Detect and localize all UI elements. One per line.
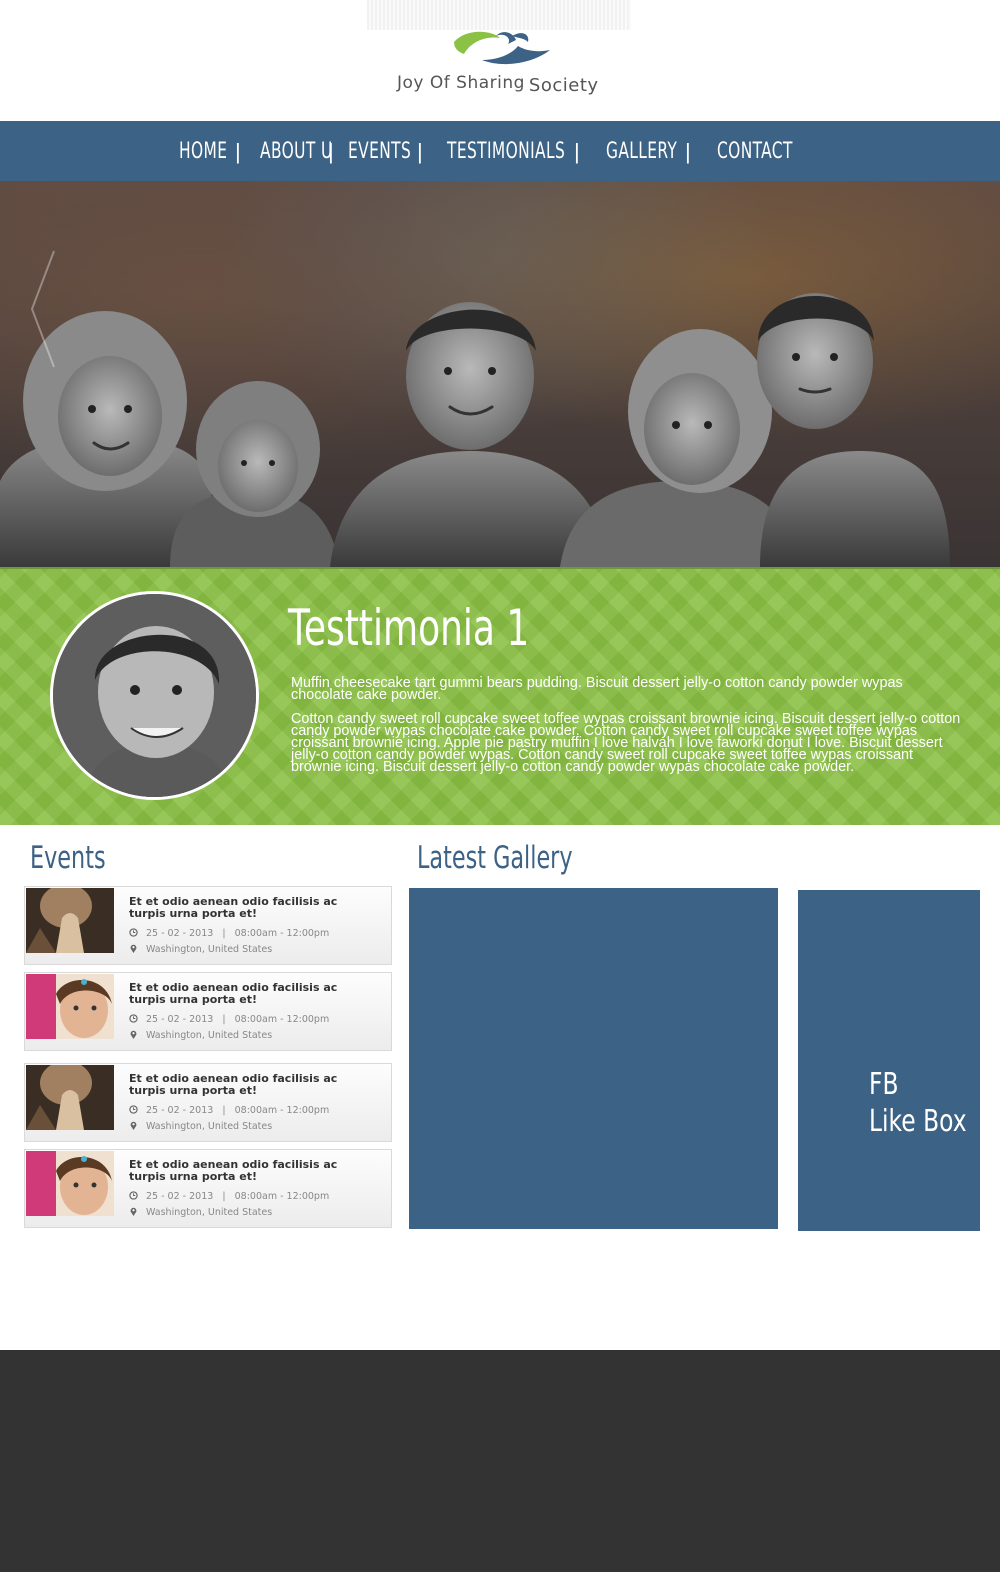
hero-children-image <box>0 293 950 567</box>
nav-separator: | <box>328 139 334 164</box>
fb-label-line2: Like Box <box>869 1104 967 1139</box>
brand-suffix: Society <box>528 75 599 96</box>
nav-events[interactable]: EVENTS <box>348 121 411 181</box>
nav-separator: | <box>574 139 580 164</box>
girl-portrait-image <box>26 974 114 1039</box>
boy-portrait-image <box>53 594 256 797</box>
map-pin-icon <box>130 1121 137 1130</box>
girl-portrait-image <box>26 1151 114 1216</box>
nav-separator: | <box>685 139 691 164</box>
event-card[interactable]: Et et odio aenean odio facilisis ac turp… <box>24 972 392 1051</box>
testimonial-title: Testtimonia 1 <box>288 599 530 657</box>
event-thumbnail <box>26 888 114 953</box>
event-title[interactable]: Et et odio aenean odio facilisis ac turp… <box>129 1159 369 1183</box>
nav-separator: | <box>235 139 241 164</box>
event-thumbnail <box>26 974 114 1039</box>
site-header: Joy Of Sharing Society <box>0 0 1000 121</box>
event-title[interactable]: Et et odio aenean odio facilisis ac turp… <box>129 1073 369 1097</box>
event-date: 25 - 02 - 2013 <box>146 928 214 939</box>
clock-icon <box>129 1105 138 1114</box>
event-time: 08:00am - 12:00pm <box>234 928 330 939</box>
event-location: Washington, United States <box>129 1207 272 1218</box>
event-location: Washington, United States <box>129 1030 272 1041</box>
fb-like-box-label: FB Like Box <box>869 1066 967 1140</box>
fb-like-box[interactable]: FB Like Box <box>798 890 980 1231</box>
praying-hands-image <box>26 888 114 953</box>
nav-gallery[interactable]: GALLERY <box>606 121 677 181</box>
nav-testimonials[interactable]: TESTIMONIALS <box>447 121 565 181</box>
testimonial-band: Testtimonia 1 Muffin cheesecake tart gum… <box>0 567 1000 825</box>
event-time: 08:00am - 12:00pm <box>234 1191 330 1202</box>
event-datetime: 25 - 02 - 2013 | 08:00am - 12:00pm <box>129 928 329 939</box>
event-location: Washington, United States <box>129 944 272 955</box>
fb-label-line1: FB <box>869 1067 899 1102</box>
clock-icon <box>129 1014 138 1023</box>
event-time: 08:00am - 12:00pm <box>234 1014 330 1025</box>
event-card[interactable]: Et et odio aenean odio facilisis ac turp… <box>24 886 392 965</box>
nav-separator: | <box>417 139 423 164</box>
event-date: 25 - 02 - 2013 <box>146 1014 214 1025</box>
event-title[interactable]: Et et odio aenean odio facilisis ac turp… <box>129 982 369 1006</box>
hero-slider <box>0 181 1000 567</box>
brand-name: Joy Of Sharing <box>397 73 525 93</box>
testimonial-paragraph: Muffin cheesecake tart gummi bears puddi… <box>291 675 903 703</box>
event-card[interactable]: Et et odio aenean odio facilisis ac turp… <box>24 1149 392 1228</box>
nav-contact[interactable]: CONTACT <box>717 121 793 181</box>
logo-swoosh-icon <box>454 31 550 65</box>
event-datetime: 25 - 02 - 2013 | 08:00am - 12:00pm <box>129 1105 329 1116</box>
logo-text: Joy Of Sharing Society <box>397 72 599 96</box>
event-location-text: Washington, United States <box>146 1030 273 1041</box>
logo[interactable]: Joy Of Sharing Society <box>397 28 612 100</box>
testimonial-avatar <box>50 591 259 800</box>
gallery-placeholder[interactable] <box>409 888 778 1229</box>
event-location-text: Washington, United States <box>146 1207 273 1218</box>
event-location-text: Washington, United States <box>146 944 273 955</box>
slider-prev-arrow-icon[interactable] <box>28 249 58 369</box>
clock-icon <box>129 928 138 937</box>
event-date: 25 - 02 - 2013 <box>146 1105 214 1116</box>
nav-about[interactable]: ABOUT U <box>260 121 333 181</box>
event-location-text: Washington, United States <box>146 1121 273 1132</box>
testimonial-paragraph: Cotton candy sweet roll cupcake sweet to… <box>291 711 961 775</box>
event-title[interactable]: Et et odio aenean odio facilisis ac turp… <box>129 896 369 920</box>
main-nav: HOME | ABOUT U | EVENTS | TESTIMONIALS |… <box>0 121 1000 181</box>
map-pin-icon <box>130 944 137 953</box>
map-pin-icon <box>130 1030 137 1039</box>
event-time: 08:00am - 12:00pm <box>234 1105 330 1116</box>
event-card[interactable]: Et et odio aenean odio facilisis ac turp… <box>24 1063 392 1142</box>
event-location: Washington, United States <box>129 1121 272 1132</box>
event-datetime: 25 - 02 - 2013 | 08:00am - 12:00pm <box>129 1191 329 1202</box>
logo-backdrop <box>367 0 631 30</box>
events-heading: Events <box>30 840 106 876</box>
gallery-heading: Latest Gallery <box>417 840 573 876</box>
event-thumbnail <box>26 1065 114 1130</box>
event-date: 25 - 02 - 2013 <box>146 1191 214 1202</box>
event-datetime: 25 - 02 - 2013 | 08:00am - 12:00pm <box>129 1014 329 1025</box>
clock-icon <box>129 1191 138 1200</box>
map-pin-icon <box>130 1207 137 1216</box>
site-footer <box>0 1350 1000 1572</box>
nav-home[interactable]: HOME <box>179 121 227 181</box>
praying-hands-image <box>26 1065 114 1130</box>
event-thumbnail <box>26 1151 114 1216</box>
